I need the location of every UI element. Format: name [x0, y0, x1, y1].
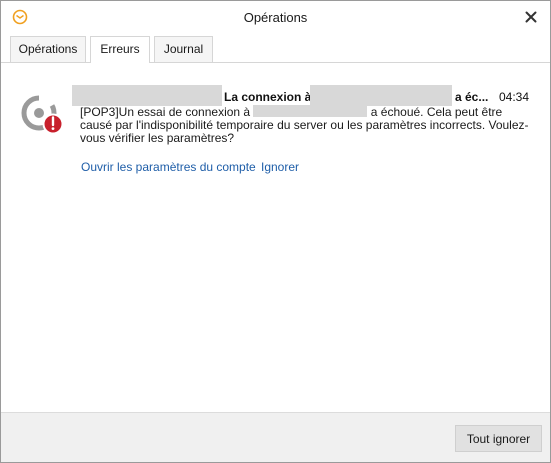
error-title: La connexion à — [224, 90, 312, 104]
tab-errors[interactable]: Erreurs — [90, 36, 150, 63]
tab-strip: Opérations Erreurs Journal — [1, 34, 550, 63]
redacted-server-name — [253, 105, 368, 117]
footer-bar: Tout ignorer — [1, 412, 550, 462]
window-title: Opérations — [243, 10, 308, 25]
ignore-all-button[interactable]: Tout ignorer — [455, 425, 542, 452]
title-bar[interactable]: Opérations — [1, 1, 550, 34]
open-account-settings-link[interactable]: Ouvrir les paramètres du compte — [81, 160, 256, 174]
tab-operations[interactable]: Opérations — [10, 36, 86, 62]
ignore-link[interactable]: Ignorer — [261, 160, 299, 174]
operations-window: Opérations Opérations Erreurs Journal La… — [0, 0, 551, 463]
error-timestamp: 04:34 — [498, 90, 529, 104]
sync-error-icon — [19, 93, 65, 137]
close-icon[interactable] — [522, 8, 540, 26]
error-message: [POP3]Un essai de connexion à a échoué. … — [80, 105, 532, 145]
errors-panel: La connexion à a éc... 04:34 [POP3]Un es… — [1, 63, 550, 412]
error-message-start: [POP3]Un essai de connexion à — [80, 105, 251, 119]
error-title-truncated: a éc... — [455, 90, 489, 104]
redacted-account — [72, 85, 222, 106]
tab-journal[interactable]: Journal — [154, 36, 213, 62]
redacted-server — [310, 85, 452, 106]
